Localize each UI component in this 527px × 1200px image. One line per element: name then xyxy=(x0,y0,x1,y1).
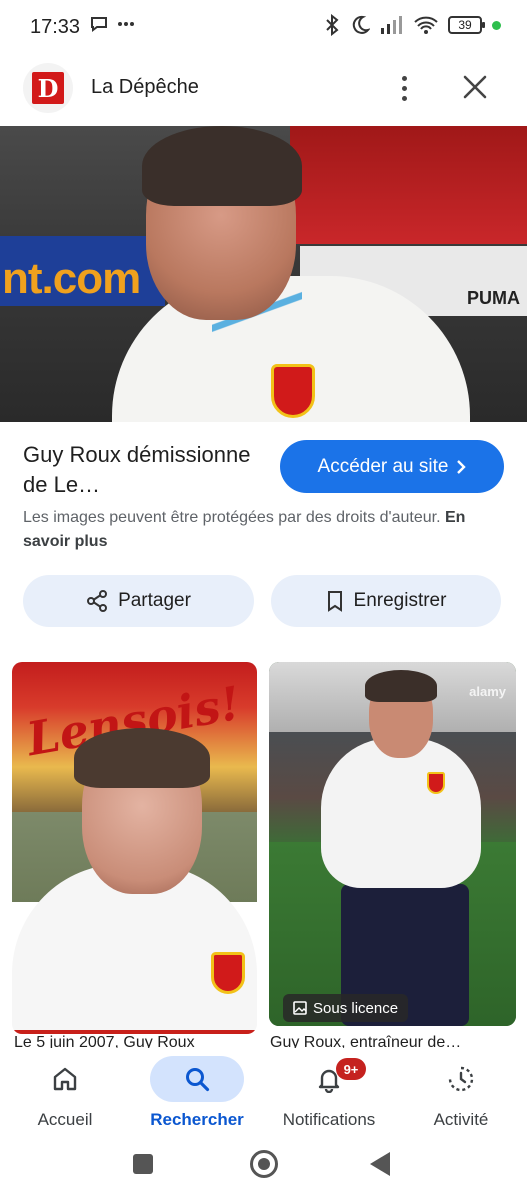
result-title: Guy Roux démissionne de Le… xyxy=(23,442,251,497)
back-button[interactable] xyxy=(370,1152,390,1176)
status-time: 17:33 xyxy=(30,16,81,38)
chat-bubble-icon xyxy=(91,17,107,32)
club-crest xyxy=(211,952,245,994)
licence-badge[interactable]: Sous licence xyxy=(283,994,409,1022)
club-crest xyxy=(427,772,445,794)
hero-sign-text: nt.com xyxy=(2,254,141,303)
bluetooth-icon xyxy=(326,14,339,36)
more-options-button[interactable] xyxy=(388,70,420,106)
chevron-right-icon xyxy=(457,459,467,474)
share-button[interactable]: Partager xyxy=(23,575,254,627)
image-icon xyxy=(293,1001,307,1015)
site-logo-letter: D xyxy=(32,72,64,104)
moon-icon xyxy=(352,15,370,34)
recents-button[interactable] xyxy=(133,1154,153,1174)
share-icon xyxy=(87,590,108,612)
signal-icon xyxy=(381,16,402,34)
bottom-navigation: Accueil Rechercher 9+ Notifications Acti… xyxy=(0,1048,527,1142)
nav-home-label: Accueil xyxy=(37,1110,93,1129)
nav-home[interactable]: Accueil xyxy=(18,1048,112,1142)
activity-icon xyxy=(448,1066,474,1092)
hero-image[interactable]: nt.com PUMA 文A xyxy=(0,126,527,422)
related-image-1[interactable]: Lensois! xyxy=(12,662,257,1034)
nav-search[interactable]: Rechercher xyxy=(150,1048,244,1142)
site-logo[interactable]: D xyxy=(23,63,73,113)
copyright-text: Les images peuvent être protégées par de… xyxy=(23,509,445,526)
copyright-notice: Les images peuvent être protégées par de… xyxy=(23,506,503,554)
nav-activity[interactable]: Activité xyxy=(414,1048,508,1142)
system-navigation xyxy=(0,1142,527,1200)
share-label: Partager xyxy=(118,590,191,611)
site-name[interactable]: La Dépêche xyxy=(91,76,199,99)
nav-notifications-label: Notifications xyxy=(282,1110,376,1129)
source-header: D La Dépêche xyxy=(0,58,527,120)
nav-search-label: Rechercher xyxy=(150,1110,244,1129)
battery-indicator: 39 xyxy=(448,16,485,34)
privacy-dot xyxy=(492,20,501,30)
save-button[interactable]: Enregistrer xyxy=(271,575,501,627)
nav-activity-label: Activité xyxy=(433,1110,489,1129)
watermark: alamy xyxy=(469,684,506,699)
wifi-icon xyxy=(414,16,438,34)
home-button[interactable] xyxy=(250,1150,278,1178)
notification-badge: 9+ xyxy=(336,1058,366,1080)
more-vertical-icon xyxy=(401,75,407,81)
close-icon[interactable] xyxy=(458,70,492,104)
related-image-2[interactable]: alamy Sous licence xyxy=(269,662,516,1026)
status-bar: 17:33 39 xyxy=(0,0,527,58)
related-caption-1[interactable]: Le 5 juin 2007, Guy Roux xyxy=(14,1034,257,1048)
bookmark-icon xyxy=(327,591,342,612)
search-icon xyxy=(186,1068,210,1092)
home-icon xyxy=(53,1067,77,1091)
more-horizontal-icon xyxy=(118,22,134,26)
licence-label: Sous licence xyxy=(313,999,399,1017)
hero-sponsor-text: PUMA xyxy=(467,288,520,308)
club-crest xyxy=(271,364,315,418)
nav-notifications[interactable]: 9+ Notifications xyxy=(276,1048,382,1142)
save-label: Enregistrer xyxy=(353,590,447,611)
visit-site-button[interactable]: Accéder au site xyxy=(280,440,504,493)
visit-site-label: Accéder au site xyxy=(317,455,449,477)
